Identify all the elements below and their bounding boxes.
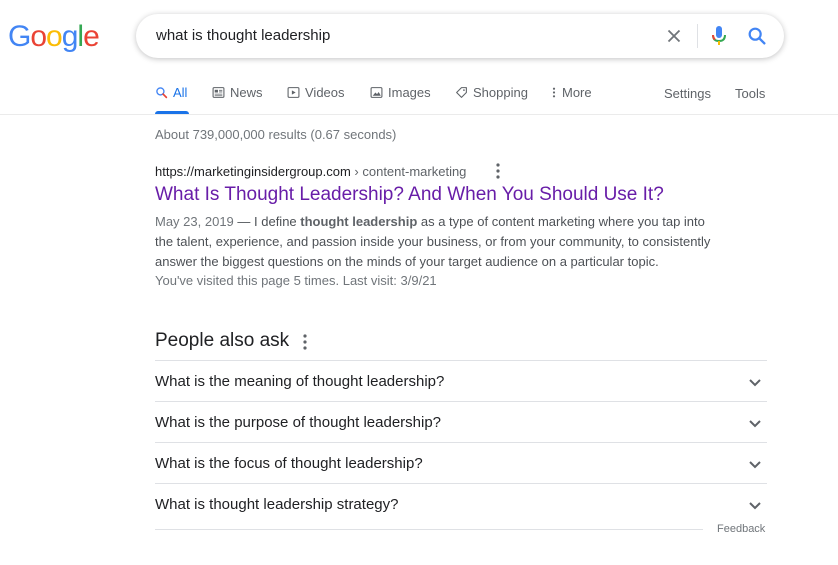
result-domain: https://marketinginsidergroup.com <box>155 164 351 179</box>
tab-more[interactable]: More <box>551 85 592 100</box>
tab-label: Images <box>388 85 431 100</box>
tab-label: All <box>173 85 188 100</box>
microphone-icon[interactable] <box>709 24 729 48</box>
paa-question[interactable]: What is the meaning of thought leadershi… <box>155 360 767 401</box>
tab-label: Shopping <box>473 85 528 100</box>
newspaper-icon <box>212 87 225 98</box>
paa-question[interactable]: What is thought leadership strategy? <box>155 483 767 524</box>
tab-shopping[interactable]: Shopping <box>455 85 528 100</box>
search-icon <box>156 87 168 99</box>
paa-question[interactable]: What is the focus of thought leadership? <box>155 442 767 483</box>
search-icon[interactable] <box>746 25 768 47</box>
settings-link[interactable]: Settings <box>664 86 711 101</box>
search-box[interactable]: what is thought leadership <box>136 14 784 58</box>
logo-letter: e <box>83 20 100 53</box>
feedback-link[interactable]: Feedback <box>717 523 765 535</box>
logo-letter: o <box>30 20 47 53</box>
tools-link[interactable]: Tools <box>735 86 765 101</box>
search-divider <box>697 24 698 48</box>
tab-label: Videos <box>305 85 345 100</box>
vertical-dots-icon <box>552 87 556 98</box>
paa-question-text: What is the purpose of thought leadershi… <box>155 414 442 431</box>
logo-letter: o <box>46 20 63 53</box>
tab-news[interactable]: News <box>212 85 263 100</box>
tab-all[interactable]: All <box>155 85 187 100</box>
result-date: May 23, 2019 <box>155 214 234 229</box>
paa-question-text: What is thought leadership strategy? <box>155 496 399 513</box>
logo-letter: G <box>8 20 31 53</box>
play-icon <box>287 87 300 98</box>
visited-note: You've visited this page 5 times. Last v… <box>155 273 437 288</box>
chevron-down-icon <box>749 379 761 387</box>
tag-icon <box>456 87 467 98</box>
paa-question[interactable]: What is the purpose of thought leadershi… <box>155 401 767 442</box>
result-snippet: May 23, 2019 — I define thought leadersh… <box>155 212 725 272</box>
tab-label: News <box>230 85 263 100</box>
chevron-down-icon <box>749 502 761 510</box>
tab-videos[interactable]: Videos <box>287 85 345 100</box>
snippet-highlight: thought leadership <box>300 214 418 229</box>
image-icon <box>370 87 383 98</box>
snippet-text: — I define <box>233 214 301 229</box>
result-title-link[interactable]: What Is Thought Leadership? And When You… <box>155 184 664 206</box>
people-also-ask-heading: People also ask <box>155 330 290 351</box>
feedback-divider <box>155 529 703 530</box>
chevron-down-icon <box>749 420 761 428</box>
vertical-dots-icon[interactable] <box>299 333 311 351</box>
result-stats: About 739,000,000 results (0.67 seconds) <box>155 127 397 142</box>
result-path: › content-marketing <box>350 164 467 179</box>
chevron-down-icon <box>749 461 761 469</box>
google-logo[interactable]: Google <box>8 20 100 54</box>
result-url[interactable]: https://marketinginsidergroup.com › cont… <box>155 164 466 179</box>
search-input[interactable]: what is thought leadership <box>156 27 330 44</box>
people-also-ask-list: What is the meaning of thought leadershi… <box>155 360 767 524</box>
paa-question-text: What is the focus of thought leadership? <box>155 455 423 472</box>
logo-letter: g <box>61 20 79 53</box>
header-divider <box>0 114 838 115</box>
paa-question-text: What is the meaning of thought leadershi… <box>155 373 445 390</box>
vertical-dots-icon[interactable] <box>492 162 504 180</box>
close-icon[interactable] <box>663 25 685 47</box>
tab-label: More <box>562 85 592 100</box>
tab-images[interactable]: Images <box>370 85 431 100</box>
